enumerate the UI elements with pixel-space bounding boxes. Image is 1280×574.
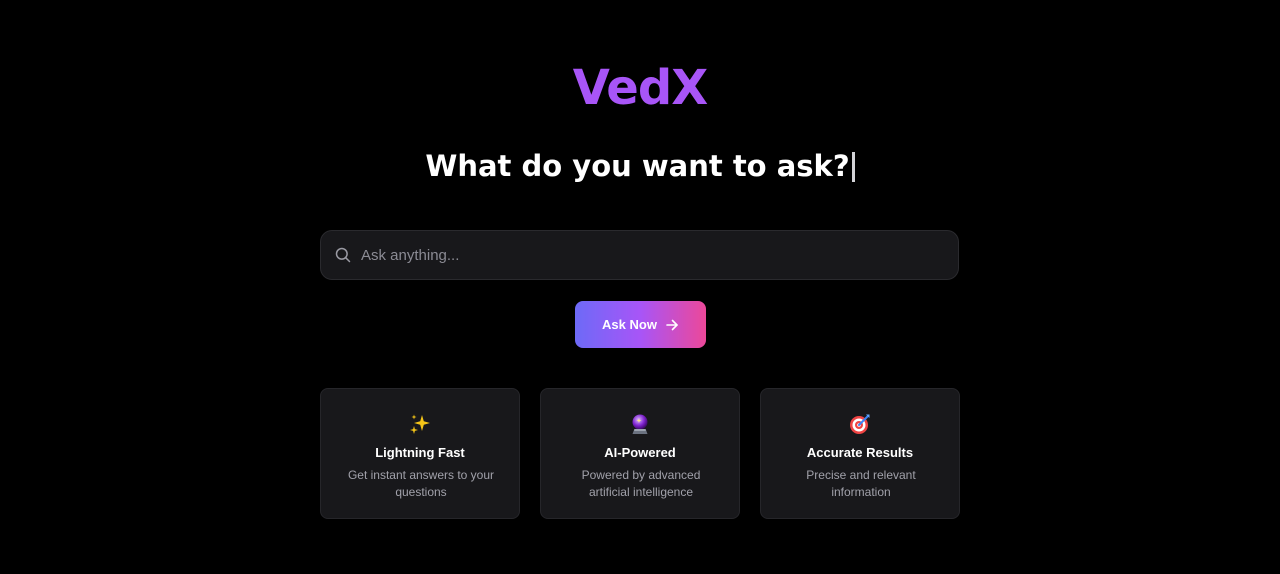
hero-headline: What do you want to ask? xyxy=(425,149,850,183)
feature-card-ai-powered: AI-Powered Powered by advanced artificia… xyxy=(540,388,740,519)
search-box[interactable] xyxy=(320,230,959,280)
feature-title: AI-Powered xyxy=(604,445,676,460)
brand-logo: VedX xyxy=(572,60,708,116)
feature-title: Accurate Results xyxy=(806,445,914,460)
feature-description: Precise and relevant information xyxy=(806,468,916,499)
ask-now-label: Ask Now xyxy=(602,317,657,332)
hero-headline-container: What do you want to ask? xyxy=(0,146,1280,186)
typing-caret xyxy=(851,152,855,182)
feature-card-accurate-results: Accurate Results Precise and relevant in… xyxy=(760,388,960,519)
search-input[interactable] xyxy=(361,231,958,279)
crystal-ball-icon xyxy=(541,413,739,435)
arrow-right-icon xyxy=(665,318,679,332)
ask-now-button[interactable]: Ask Now xyxy=(575,301,706,348)
target-icon xyxy=(761,413,959,435)
feature-card-lightning-fast: Lightning Fast Get instant answers to yo… xyxy=(320,388,520,519)
feature-title: Lightning Fast xyxy=(375,445,465,460)
feature-description: Get instant answers to your questions xyxy=(347,468,495,499)
feature-description: Powered by advanced artificial intellige… xyxy=(581,468,701,499)
sparkles-icon xyxy=(321,413,519,435)
page: VedX What do you want to ask? Ask Now xyxy=(0,0,1280,574)
search-icon xyxy=(334,246,352,264)
